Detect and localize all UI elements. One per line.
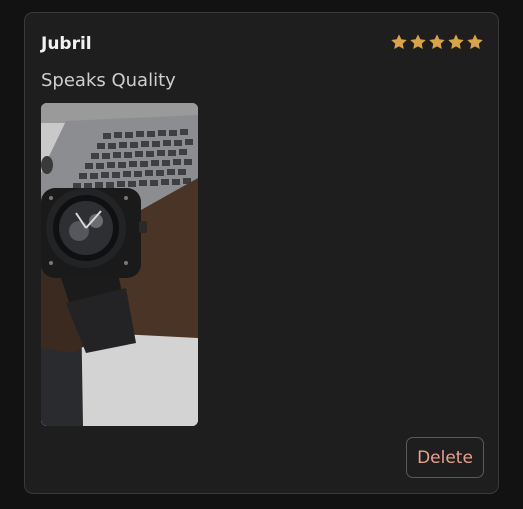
star-icon	[410, 34, 426, 50]
watch-photo-icon	[41, 103, 198, 426]
star-icon	[448, 34, 464, 50]
star-icon	[429, 34, 445, 50]
review-photo[interactable]	[41, 103, 198, 426]
review-card: Jubril Speaks Quality Delete	[24, 12, 499, 494]
star-icon	[467, 34, 483, 50]
review-text: Speaks Quality	[41, 70, 176, 91]
delete-button[interactable]: Delete	[406, 437, 484, 478]
star-icon	[391, 34, 407, 50]
reviewer-name: Jubril	[41, 34, 92, 54]
star-rating	[390, 33, 484, 51]
